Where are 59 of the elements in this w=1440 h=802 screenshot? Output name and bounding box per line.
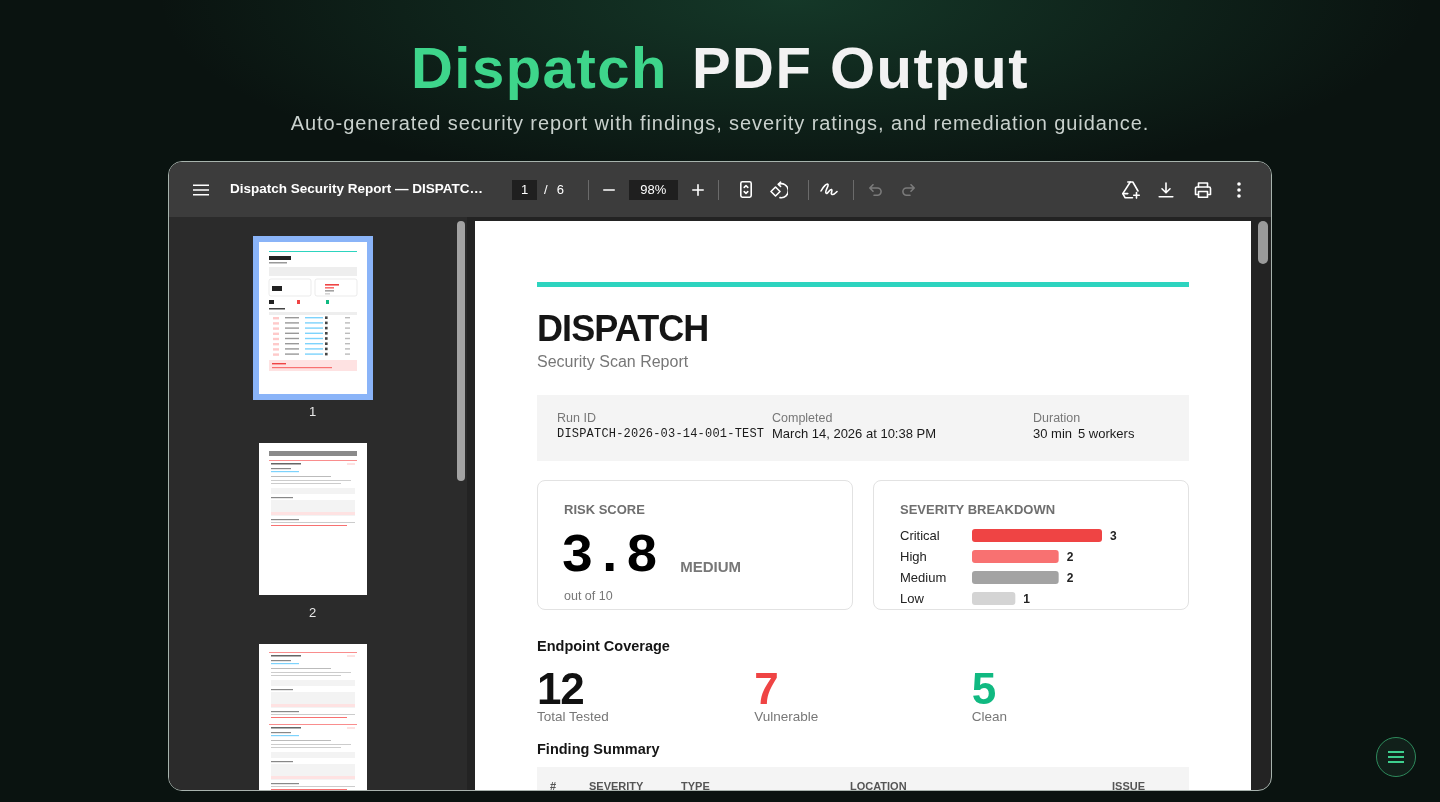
report-brand: DISPATCH [537,311,709,347]
column-header: ISSUE [1112,779,1145,790]
risk-rating: MEDIUM [680,558,742,576]
squiggle-icon [819,181,838,198]
card-title: SEVERITY BREAKDOWN [900,502,1056,518]
page-subtitle: Auto-generated security report with findings, severity ratings, and remediation guidance. [290,111,1150,135]
undo-icon [868,183,883,196]
section-heading: Endpoint Coverage [537,637,670,656]
severity-bar [972,592,1016,605]
document-title: Dispatch Security Report — DISPATC… [230,180,484,199]
menu-icon [193,183,209,196]
page-count: 6 [556,180,564,199]
stat-value: 5 [971,669,996,709]
fit-page-icon [739,181,752,198]
page-number-label: 2 [308,605,317,621]
rotate-icon [769,180,788,199]
meta-value: 5 workers [1078,426,1135,442]
meta-label: Run ID [557,410,596,426]
section-heading: Finding Summary [537,740,660,759]
floating-menu-button[interactable] [1376,737,1416,777]
stat-label: Clean [971,709,1007,725]
page-thumbnail[interactable] [258,443,367,595]
meta-value: DISPATCH-2026-03-14-001-TEST [557,426,765,442]
zoom-out-icon [602,188,615,191]
page-number-field[interactable]: 1 [512,179,537,200]
zoom-in-icon [691,183,704,196]
risk-score-value: 3.8 [561,530,659,584]
page-number-label: 1 [308,404,317,420]
meta-label: Duration [1033,410,1081,426]
value-label: 3 [1110,528,1117,543]
column-header: SEVERITY [589,779,644,790]
report-subtitle: Security Scan Report [537,352,689,372]
stat-label: Vulnerable [754,709,819,725]
meta-label: Completed [772,410,833,426]
risk-score-scale: out of 10 [564,588,613,604]
meta-value: March 14, 2026 at 10:38 PM [772,426,937,442]
value-label: 2 [1066,570,1074,585]
column-header: LOCATION [850,779,907,790]
download-icon [1158,181,1174,198]
stat-value: 12 [537,669,584,709]
triangle-plus-icon [1121,180,1141,199]
redo-icon [900,183,915,196]
column-header: # [550,779,557,790]
zoom-field[interactable]: 98% [628,179,678,200]
stat-value: 7 [754,669,778,709]
scrollbar[interactable] [457,221,465,481]
scrollbar[interactable] [1258,221,1268,264]
menu-icon [1388,751,1404,763]
print-icon [1194,181,1212,198]
value-label: 2 [1066,549,1074,564]
page-thumbnail[interactable] [258,644,367,790]
page-separator: / [544,180,548,199]
page-thumbnail[interactable] [252,236,373,400]
card-title: RISK SCORE [564,502,645,518]
column-header: TYPE [681,779,710,790]
value-label: 1 [1023,591,1030,606]
meta-value: 30 min [1033,426,1073,442]
stat-label: Total Tested [537,709,609,725]
more-options-icon [1237,181,1241,198]
